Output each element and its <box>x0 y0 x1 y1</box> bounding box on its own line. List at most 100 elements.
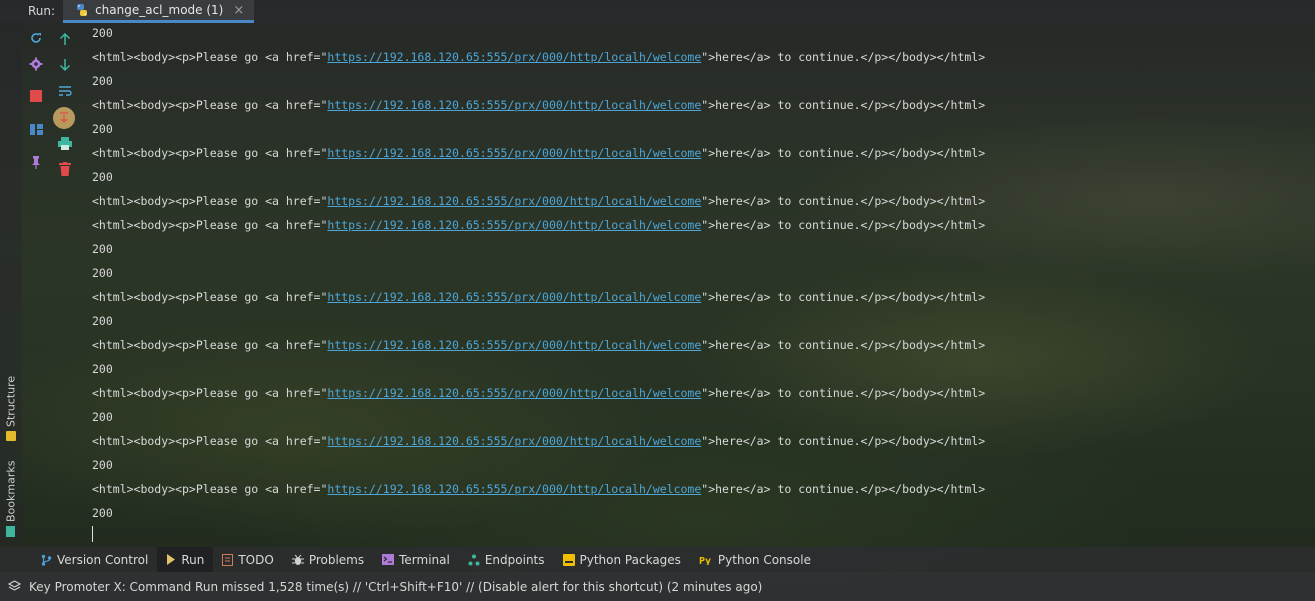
response-prefix: <html><body><p>Please go <a href=" <box>92 290 328 304</box>
console-output[interactable]: 200 <html><body><p>Please go <a href="htt… <box>92 23 1307 547</box>
response-prefix: <html><body><p>Please go <a href=" <box>92 146 328 160</box>
tool-tab-python-console[interactable]: Py Python Console <box>690 547 820 572</box>
response-prefix: <html><body><p>Please go <a href=" <box>92 482 328 496</box>
tool-window-bar: Version Control Run TODO Problems Terminal En… <box>0 547 1315 572</box>
status-code-line: 200 <box>92 26 113 40</box>
tool-tab-problems[interactable]: Problems <box>283 547 373 572</box>
status-code-line: 200 <box>92 242 113 256</box>
redirect-link[interactable]: https://192.168.120.65:555/prx/000/http/… <box>327 218 701 232</box>
scroll-to-end-icon[interactable] <box>53 107 75 129</box>
bookmarks-label: Bookmarks <box>4 460 18 522</box>
redirect-link[interactable]: https://192.168.120.65:555/prx/000/http/… <box>327 146 701 160</box>
status-code-line: 200 <box>92 74 113 88</box>
close-tab-icon[interactable]: × <box>233 3 244 18</box>
svg-text:Py: Py <box>699 556 711 565</box>
print-icon[interactable] <box>56 134 74 152</box>
response-prefix: <html><body><p>Please go <a href=" <box>92 194 328 208</box>
bookmarks-tool-button[interactable]: Bookmarks <box>2 455 20 537</box>
status-code-line: 200 <box>92 458 113 472</box>
tool-tab-python-packages[interactable]: Python Packages <box>554 547 690 572</box>
run-icon <box>166 554 176 565</box>
structure-icon <box>6 431 16 441</box>
response-prefix: <html><body><p>Please go <a href=" <box>92 386 328 400</box>
branch-icon <box>41 554 52 566</box>
html-response-line: <html><body><p>Please go <a href="https:… <box>92 289 985 305</box>
structure-label: Structure <box>4 375 18 427</box>
text-caret <box>92 526 93 542</box>
response-suffix: ">here</a> to continue.</p></body></html… <box>701 338 986 352</box>
redirect-link[interactable]: https://192.168.120.65:555/prx/000/http/… <box>327 338 701 352</box>
redirect-link[interactable]: https://192.168.120.65:555/prx/000/http/… <box>327 98 701 112</box>
status-code-line: 200 <box>92 170 113 184</box>
status-message[interactable]: Key Promoter X: Command Run missed 1,528… <box>29 580 762 594</box>
response-suffix: ">here</a> to continue.</p></body></html… <box>701 482 986 496</box>
response-suffix: ">here</a> to continue.</p></body></html… <box>701 98 986 112</box>
redirect-link[interactable]: https://192.168.120.65:555/prx/000/http/… <box>327 482 701 496</box>
run-label: Run: <box>28 4 56 18</box>
response-prefix: <html><body><p>Please go <a href=" <box>92 218 328 232</box>
python-console-icon: Py <box>699 554 713 565</box>
html-response-line: <html><body><p>Please go <a href="https:… <box>92 433 985 449</box>
redirect-link[interactable]: https://192.168.120.65:555/prx/000/http/… <box>327 434 701 448</box>
layers-icon[interactable] <box>8 580 21 593</box>
html-response-line: <html><body><p>Please go <a href="https:… <box>92 481 985 497</box>
response-suffix: ">here</a> to continue.</p></body></html… <box>701 218 986 232</box>
html-response-line: <html><body><p>Please go <a href="https:… <box>92 97 985 113</box>
response-prefix: <html><body><p>Please go <a href=" <box>92 50 328 64</box>
soft-wrap-icon[interactable] <box>56 82 74 100</box>
response-prefix: <html><body><p>Please go <a href=" <box>92 98 328 112</box>
arrow-up-icon[interactable] <box>56 30 74 48</box>
tool-tab-version-control[interactable]: Version Control <box>32 547 157 572</box>
html-response-line: <html><body><p>Please go <a href="https:… <box>92 217 985 233</box>
todo-icon <box>222 553 234 566</box>
html-response-line: <html><body><p>Please go <a href="https:… <box>92 193 985 209</box>
tool-tab-terminal[interactable]: Terminal <box>373 547 459 572</box>
redirect-link[interactable]: https://192.168.120.65:555/prx/000/http/… <box>327 194 701 208</box>
tool-tab-todo[interactable]: TODO <box>213 547 282 572</box>
terminal-icon <box>382 554 395 565</box>
endpoints-icon <box>468 554 480 566</box>
tool-tab-label: Endpoints <box>484 552 545 567</box>
status-code-line: 200 <box>92 266 113 280</box>
tool-tab-endpoints[interactable]: Endpoints <box>459 547 554 572</box>
tool-tab-label: Version Control <box>57 552 149 567</box>
bug-icon <box>291 554 304 566</box>
run-config-tab-title: change_acl_mode (1) <box>95 3 224 17</box>
arrow-down-icon[interactable] <box>56 56 74 74</box>
tool-tab-run[interactable]: Run <box>157 547 214 572</box>
redirect-link[interactable]: https://192.168.120.65:555/prx/000/http/… <box>327 386 701 400</box>
tool-tab-label: Problems <box>308 552 365 567</box>
layout-icon[interactable] <box>27 120 45 138</box>
tool-tab-label: Run <box>181 552 205 567</box>
redirect-link[interactable]: https://192.168.120.65:555/prx/000/http/… <box>327 50 701 64</box>
trash-icon[interactable] <box>56 160 74 178</box>
html-response-line: <html><body><p>Please go <a href="https:… <box>92 385 985 401</box>
tool-tab-label: Python Packages <box>579 552 681 567</box>
tool-tab-label: Python Console <box>717 552 811 567</box>
response-suffix: ">here</a> to continue.</p></body></html… <box>701 146 986 160</box>
response-suffix: ">here</a> to continue.</p></body></html… <box>701 194 986 208</box>
python-file-icon <box>77 4 88 16</box>
response-suffix: ">here</a> to continue.</p></body></html… <box>701 50 986 64</box>
stop-icon[interactable] <box>27 87 45 105</box>
run-actions-secondary <box>50 23 80 183</box>
response-suffix: ">here</a> to continue.</p></body></html… <box>701 434 986 448</box>
status-code-line: 200 <box>92 410 113 424</box>
html-response-line: <html><body><p>Please go <a href="https:… <box>92 145 985 161</box>
response-suffix: ">here</a> to continue.</p></body></html… <box>701 386 986 400</box>
html-response-line: <html><body><p>Please go <a href="https:… <box>92 337 985 353</box>
response-suffix: ">here</a> to continue.</p></body></html… <box>701 290 986 304</box>
rerun-icon[interactable] <box>27 29 45 47</box>
run-config-tab[interactable]: change_acl_mode (1) × <box>63 0 255 23</box>
tool-tab-label: TODO <box>238 552 274 567</box>
bookmarks-icon <box>6 526 16 537</box>
tool-tab-label: Terminal <box>399 552 450 567</box>
status-code-line: 200 <box>92 362 113 376</box>
pin-icon[interactable] <box>27 153 45 171</box>
gear-icon[interactable] <box>27 55 45 73</box>
status-bar: Key Promoter X: Command Run missed 1,528… <box>0 572 1315 601</box>
run-actions-primary <box>22 23 50 183</box>
status-code-line: 200 <box>92 314 113 328</box>
redirect-link[interactable]: https://192.168.120.65:555/prx/000/http/… <box>327 290 701 304</box>
structure-tool-button[interactable]: Structure <box>2 365 20 441</box>
